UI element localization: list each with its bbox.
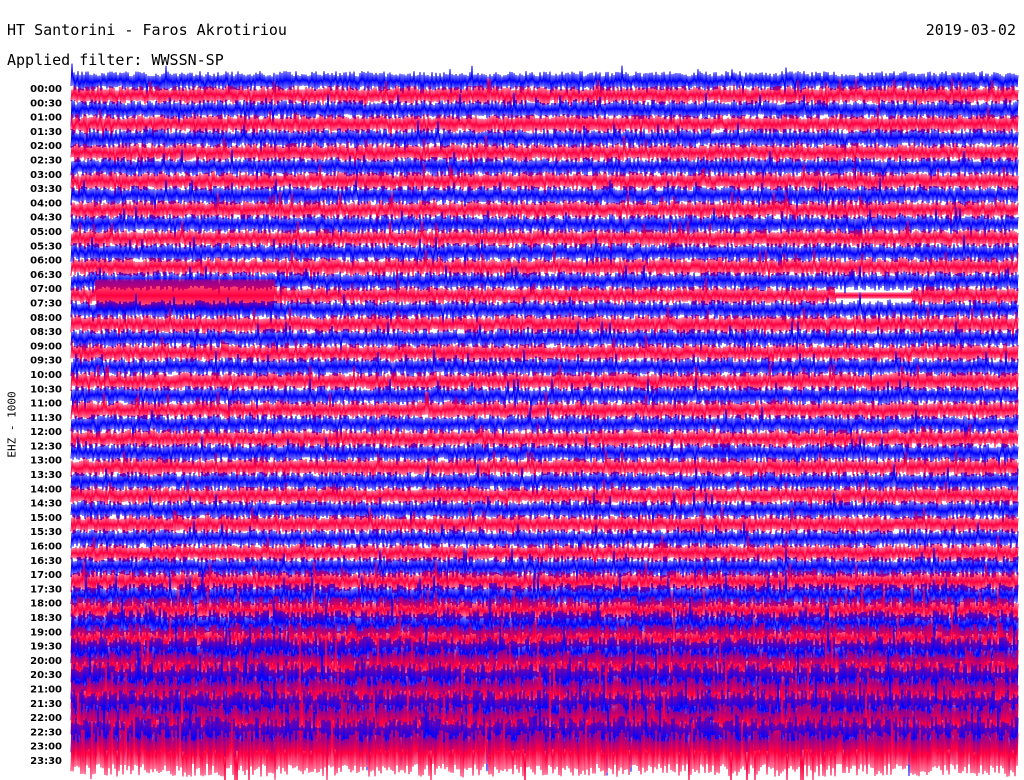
time-tick-labels: 00:00 00:30 01:00 01:30 02:00 02:30 03:00 03:30… <box>30 84 62 767</box>
tick-label: 09:00 <box>30 341 62 352</box>
tick-label: 17:00 <box>30 570 62 581</box>
tick-label: 15:00 <box>30 513 62 524</box>
tick-label: 11:30 <box>30 413 62 424</box>
tick-label: 14:30 <box>30 499 62 510</box>
tick-label: 01:00 <box>30 113 62 124</box>
tick-label: 05:00 <box>30 227 62 238</box>
tick-label: 03:30 <box>30 184 62 195</box>
tick-label: 17:30 <box>30 584 62 595</box>
tick-label: 09:30 <box>30 356 62 367</box>
tick-label: 21:00 <box>30 685 62 696</box>
tick-label: 00:30 <box>30 98 62 109</box>
tick-label: 15:30 <box>30 527 62 538</box>
tick-label: 23:30 <box>30 756 62 767</box>
tick-label: 02:30 <box>30 155 62 166</box>
tick-label: 16:00 <box>30 542 62 553</box>
tick-label: 03:00 <box>30 170 62 181</box>
tick-label: 22:00 <box>30 713 62 724</box>
tick-label: 08:00 <box>30 313 62 324</box>
tick-label: 06:00 <box>30 256 62 267</box>
tick-label: 01:30 <box>30 127 62 138</box>
tick-label: 07:00 <box>30 284 62 295</box>
tick-label: 06:30 <box>30 270 62 281</box>
tick-label: 00:00 <box>30 84 62 95</box>
helicorder-plot: 00:00 00:30 01:00 01:30 02:00 02:30 03:00 03:30… <box>30 63 1019 780</box>
tick-label: 04:00 <box>30 198 62 209</box>
tick-label: 04:30 <box>30 213 62 224</box>
tick-label: 13:00 <box>30 456 62 467</box>
tick-label: 18:30 <box>30 613 62 624</box>
traces <box>70 63 1019 780</box>
tick-label: 13:30 <box>30 470 62 481</box>
tick-label: 11:00 <box>30 399 62 410</box>
tick-label: 20:30 <box>30 670 62 681</box>
tick-label: 23:00 <box>30 742 62 753</box>
tick-label: 08:30 <box>30 327 62 338</box>
tick-label: 19:00 <box>30 627 62 638</box>
tick-label: 19:30 <box>30 642 62 653</box>
tick-label: 22:30 <box>30 727 62 738</box>
tick-label: 18:00 <box>30 599 62 610</box>
tick-label: 12:00 <box>30 427 62 438</box>
tick-label: 05:30 <box>30 241 62 252</box>
tick-label: 10:30 <box>30 384 62 395</box>
tick-label: 10:00 <box>30 370 62 381</box>
tick-label: 02:00 <box>30 141 62 152</box>
tick-label: 21:30 <box>30 699 62 710</box>
tick-label: 07:30 <box>30 298 62 309</box>
tick-label: 12:30 <box>30 441 62 452</box>
tick-label: 20:00 <box>30 656 62 667</box>
tick-label: 16:30 <box>30 556 62 567</box>
tick-label: 14:00 <box>30 484 62 495</box>
